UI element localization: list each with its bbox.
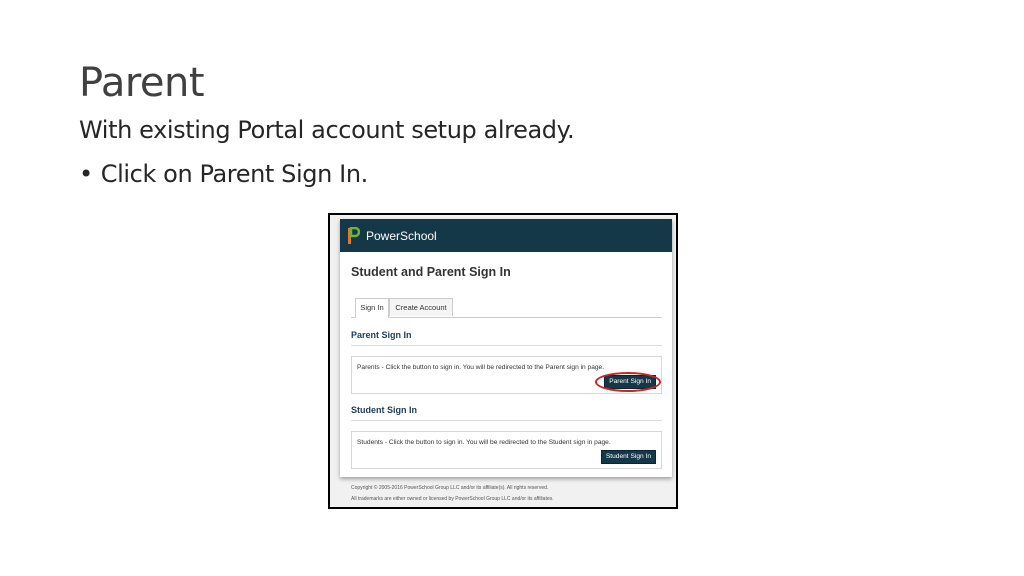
parent-signin-text: Parents - Click the button to sign in. Y… bbox=[357, 364, 605, 371]
student-sign-in-button[interactable]: Student Sign In bbox=[600, 450, 656, 464]
bullet-text: Click on Parent Sign In. bbox=[100, 160, 368, 188]
highlight-circle bbox=[595, 372, 661, 392]
student-section-title: Student Sign In bbox=[351, 405, 417, 415]
signin-heading: Student and Parent Sign In bbox=[351, 265, 511, 279]
footer-copyright: Copyright © 2005-2016 PowerSchool Group … bbox=[351, 485, 549, 491]
footer-trademarks: All trademarks are either owned or licen… bbox=[351, 496, 554, 502]
student-signin-text: Students - Click the button to sign in. … bbox=[357, 439, 611, 446]
divider bbox=[351, 345, 662, 346]
parent-section-title: Parent Sign In bbox=[351, 330, 412, 340]
brand-name: PowerSchool bbox=[366, 228, 437, 243]
tab-bar: Sign In Create Account bbox=[351, 298, 662, 318]
bullet-marker: • bbox=[79, 160, 93, 188]
screenshot-frame: PowerSchool Student and Parent Sign In S… bbox=[328, 213, 678, 509]
slide-subtitle: With existing Portal account setup alrea… bbox=[79, 116, 575, 144]
bullet-item: • Click on Parent Sign In. bbox=[79, 160, 368, 188]
student-signin-box: Students - Click the button to sign in. … bbox=[351, 431, 662, 469]
signin-card: PowerSchool Student and Parent Sign In S… bbox=[340, 219, 672, 477]
tab-sign-in[interactable]: Sign In bbox=[355, 298, 389, 318]
powerschool-logo-icon bbox=[348, 226, 360, 244]
divider bbox=[351, 420, 662, 421]
tab-create-account[interactable]: Create Account bbox=[389, 298, 453, 316]
powerschool-header: PowerSchool bbox=[340, 219, 672, 252]
slide-title: Parent bbox=[79, 60, 205, 106]
